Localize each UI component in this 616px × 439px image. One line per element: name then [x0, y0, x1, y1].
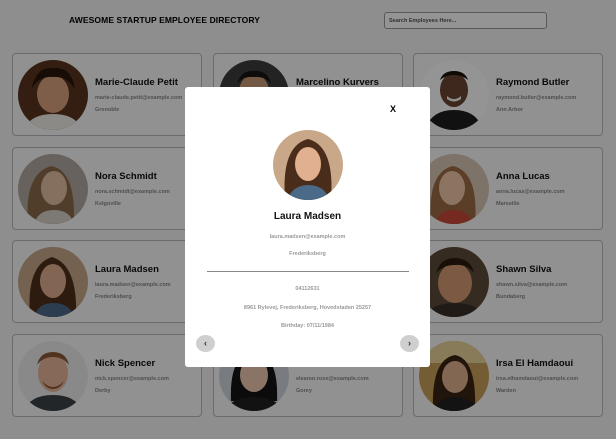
modal-employee-birthday: Birthday: 07/11/1984	[281, 323, 334, 329]
divider	[207, 271, 409, 272]
previous-employee-button[interactable]: ‹	[196, 335, 215, 352]
modal-avatar	[273, 130, 343, 200]
employee-modal: X Laura Madsen laura.madsen@example.com …	[185, 87, 430, 367]
modal-employee-phone: 04112631	[295, 286, 320, 292]
next-employee-button[interactable]: ›	[400, 335, 419, 352]
modal-employee-email: laura.madsen@example.com	[269, 234, 346, 240]
close-button[interactable]: X	[390, 104, 396, 114]
modal-employee-name: Laura Madsen	[273, 211, 342, 222]
modal-employee-address: 8961 Rylevej, Frederiksberg, Hovedstaden…	[243, 305, 372, 311]
modal-employee-city: Frederiksberg	[289, 251, 326, 257]
